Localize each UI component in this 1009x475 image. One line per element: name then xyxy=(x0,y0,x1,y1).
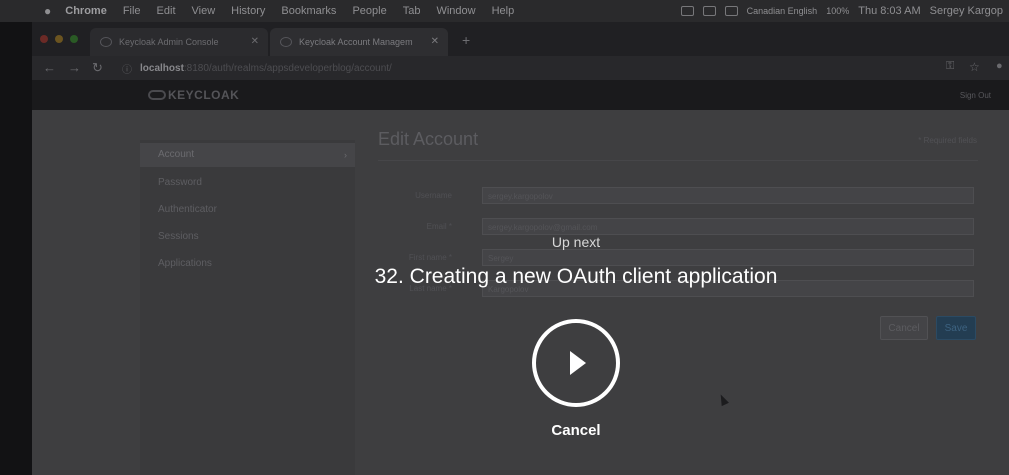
up-next-overlay: Up next 32. Creating a new OAuth client … xyxy=(0,0,1009,475)
cancel-autoplay-button[interactable]: Cancel xyxy=(526,422,626,439)
next-video-title: 32. Creating a new OAuth client applicat… xyxy=(374,265,778,288)
play-icon xyxy=(570,351,586,375)
up-next-label: Up next xyxy=(551,234,601,250)
play-button[interactable] xyxy=(532,319,620,407)
screen: ● Chrome File Edit View History Bookmark… xyxy=(0,0,1009,475)
